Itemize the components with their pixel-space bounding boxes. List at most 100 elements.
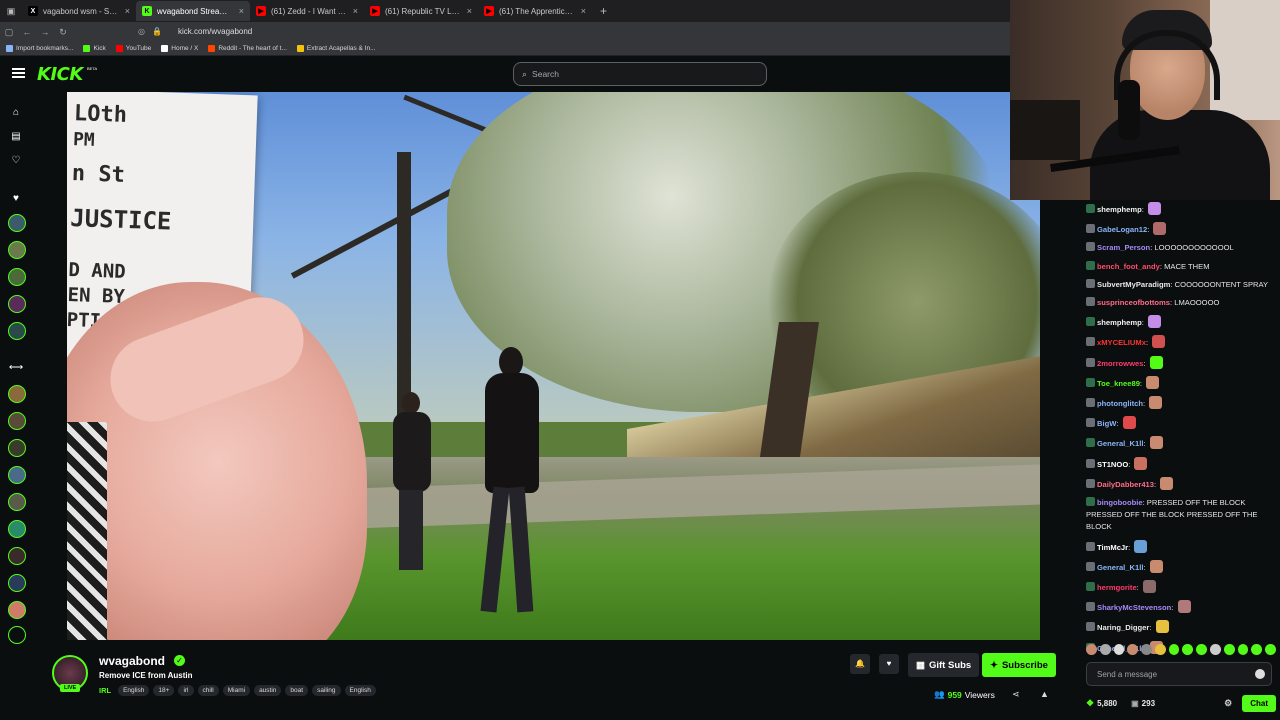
stream-tag[interactable]: sailing (312, 685, 341, 696)
close-tab-icon[interactable]: × (581, 6, 586, 16)
bookmark-item[interactable]: Home / X (161, 45, 198, 52)
stream-tag[interactable]: boat (285, 685, 309, 696)
bookmark-item[interactable]: Extract Acapellas & In... (296, 45, 376, 52)
chat-username[interactable]: DailyDabber413 (1097, 480, 1154, 489)
emote-icon[interactable] (1265, 644, 1276, 655)
browse-icon[interactable]: ▤ (8, 129, 24, 145)
following-icon[interactable]: ♡ (8, 153, 24, 169)
chat-username[interactable]: xMYCELIUMx (1097, 338, 1146, 347)
recommended-channel-avatar[interactable] (8, 412, 26, 430)
follow-heart-icon[interactable]: ♥ (879, 654, 899, 674)
stream-tag[interactable]: 18+ (153, 685, 175, 696)
chat-username[interactable]: hermgorite (1097, 583, 1137, 592)
url-field[interactable]: kick.com/wvagabond (178, 27, 252, 36)
close-tab-icon[interactable]: × (467, 6, 472, 16)
settings-icon[interactable]: ⚙ (1224, 698, 1232, 709)
stream-tag[interactable]: irl (178, 685, 194, 696)
close-tab-icon[interactable]: × (353, 6, 358, 16)
emote-icon[interactable] (1223, 644, 1235, 655)
back-button[interactable]: ← (18, 27, 36, 37)
chat-send-button[interactable]: Chat (1242, 694, 1276, 712)
chat-username[interactable]: General_K1ll (1097, 439, 1143, 448)
recommended-channel-avatar[interactable] (8, 626, 26, 644)
followed-channel-avatar[interactable] (8, 295, 26, 313)
emote-icon[interactable] (1099, 644, 1111, 655)
followed-channel-avatar[interactable] (8, 322, 26, 340)
chat-username[interactable]: SharkyMcStevenson (1097, 603, 1171, 612)
search-input[interactable]: ⌕ Search (513, 62, 767, 86)
chat-username[interactable]: SubvertMyParadigm (1097, 280, 1170, 289)
emote-icon[interactable] (1196, 644, 1208, 655)
chat-username[interactable]: bench_foot_andy (1097, 262, 1160, 271)
emoji-icon[interactable] (1255, 669, 1265, 679)
recommended-channel-avatar[interactable] (8, 574, 26, 592)
browser-tab[interactable]: ▶ (61) Republic TV LIVE: January × (364, 1, 478, 21)
channel-name[interactable]: wvagabond (99, 654, 165, 668)
forward-button[interactable]: → (36, 27, 54, 37)
chat-username[interactable]: Scram_Person (1097, 243, 1150, 252)
chat-username[interactable]: ST1NOO (1097, 460, 1128, 469)
stream-tag[interactable]: English (344, 685, 376, 696)
new-tab-button[interactable]: + (592, 4, 615, 18)
browser-tab[interactable]: Kwvagabond Stream - Watch × (136, 1, 250, 21)
emote-icon[interactable] (1182, 644, 1194, 655)
emote-icon[interactable] (1113, 644, 1125, 655)
recommended-channel-avatar[interactable] (8, 520, 26, 538)
emote-icon[interactable] (1127, 644, 1139, 655)
emote-bar[interactable] (1086, 644, 1276, 658)
kick-logo[interactable]: KICK (37, 64, 83, 85)
bookmark-item[interactable]: Reddit - The heart of t... (208, 45, 287, 52)
chat-username[interactable]: Toe_knee89 (1097, 379, 1140, 388)
followed-channel-avatar[interactable] (8, 241, 26, 259)
emote-icon[interactable] (1086, 644, 1097, 655)
video-player[interactable]: LOth PM n St JUSTICE D AND EN BY PTIC (67, 92, 1040, 640)
chat-username[interactable]: susprinceofbottoms (1097, 298, 1170, 307)
chat-username[interactable]: 2morrowwes (1097, 359, 1143, 368)
bookmark-item[interactable]: Import bookmarks... (6, 45, 73, 52)
chat-username[interactable]: bingoboobie (1097, 498, 1143, 507)
bookmark-item[interactable]: Kick (83, 45, 106, 52)
subscribe-button[interactable]: ✦ Subscribe (982, 653, 1056, 677)
share-icon[interactable]: ⋖ (1012, 689, 1020, 700)
emote-icon[interactable] (1141, 644, 1152, 655)
recommended-channel-avatar[interactable] (8, 493, 26, 511)
gift-subs-button[interactable]: ▦ Gift Subs (908, 653, 980, 677)
browser-tab[interactable]: ▶ (61) The Apprentice Final | WSM × (478, 1, 592, 21)
followed-channel-avatar[interactable] (8, 268, 26, 286)
emote-icon[interactable] (1251, 644, 1263, 655)
channel-points[interactable]: 5,880 (1097, 699, 1117, 708)
close-tab-icon[interactable]: × (239, 6, 244, 16)
chat-username[interactable]: shemphemp (1097, 318, 1142, 327)
stream-tag[interactable]: English (118, 685, 150, 696)
close-tab-icon[interactable]: × (125, 6, 130, 16)
reload-button[interactable]: ↻ (54, 27, 72, 38)
chat-username[interactable]: BigW (1097, 419, 1116, 428)
sidebar-toggle-icon[interactable]: ▢ (0, 27, 18, 38)
recommended-channel-avatar[interactable] (8, 547, 26, 565)
bookmark-item[interactable]: YouTube (115, 45, 151, 52)
chat-username[interactable]: photonglitch (1097, 399, 1143, 408)
menu-icon[interactable] (12, 68, 25, 78)
chat-username[interactable]: Naring_Digger (1097, 623, 1149, 632)
lock-icon[interactable]: 🔒 (152, 27, 162, 36)
followed-channel-avatar[interactable] (8, 214, 26, 232)
home-icon[interactable]: ⌂ (8, 105, 24, 121)
browser-tab[interactable]: ▶ (61) Zedd - I Want You To Kn × (250, 1, 364, 21)
shield-icon[interactable]: ◎ (138, 27, 145, 36)
emote-icon[interactable] (1210, 644, 1221, 655)
chat-input[interactable]: Send a message (1086, 662, 1272, 686)
chat-username[interactable]: TimMcJr (1097, 543, 1128, 552)
notification-bell-icon[interactable]: 🔔 (850, 654, 870, 674)
emote-icon[interactable] (1168, 644, 1180, 655)
recommended-channel-avatar[interactable] (8, 439, 26, 457)
browser-tab[interactable]: Xvagabond wsm - Search / X × (22, 1, 136, 21)
tab-list-icon[interactable]: ▣ (0, 6, 22, 17)
emote-icon[interactable] (1154, 644, 1166, 655)
stream-tag[interactable]: austin (254, 685, 282, 696)
stream-category[interactable]: IRL (99, 686, 111, 695)
chat-username[interactable]: GabeLogan12 (1097, 225, 1147, 234)
chat-username[interactable]: General_K1ll (1097, 563, 1143, 572)
stream-tag[interactable]: chill (197, 685, 219, 696)
recommended-channel-avatar[interactable] (8, 385, 26, 403)
report-icon[interactable]: ▲ (1040, 689, 1049, 699)
